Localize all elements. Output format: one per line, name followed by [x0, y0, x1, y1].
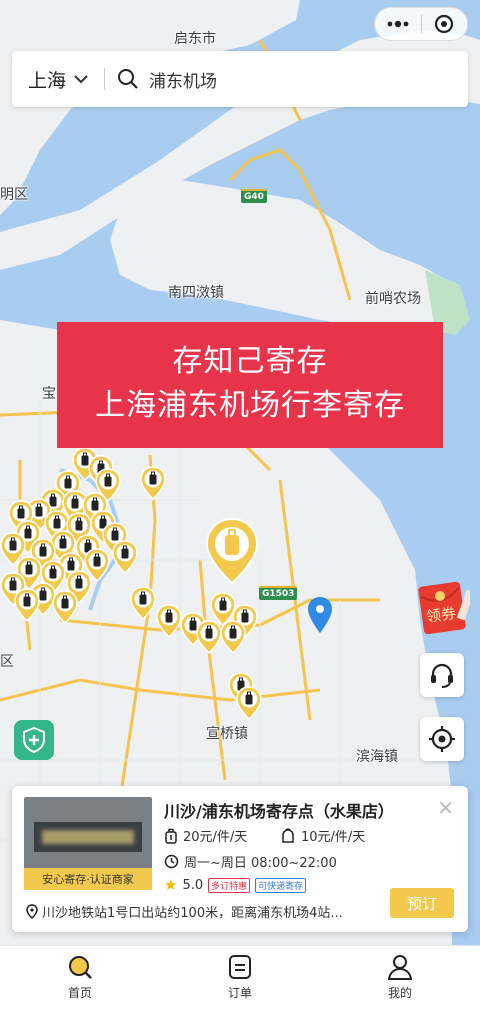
map-label-qianshao: 前哨农场	[365, 291, 421, 307]
close-miniprogram-button[interactable]	[422, 8, 468, 40]
coupon-button[interactable]: 领券	[418, 578, 475, 635]
rating-value: 5.0	[182, 877, 204, 893]
price-bag: 10元/件/天	[280, 826, 365, 845]
search-divider	[104, 68, 105, 90]
storage-pin[interactable]	[140, 466, 166, 500]
discount-tag: 多订特惠	[208, 877, 251, 893]
headset-icon	[431, 663, 453, 688]
tab-home-label: 首页	[67, 986, 92, 1000]
tab-home[interactable]: 首页	[0, 946, 160, 1011]
banner-line-1: 存知己寄存	[172, 344, 328, 379]
search-input[interactable]: 浦东机场	[117, 67, 217, 92]
miniprogram-capsule	[374, 7, 468, 41]
storage-pin[interactable]	[112, 540, 138, 574]
store-address-text: 川沙地铁站1号口出站约100米，距离浦东机场4站...	[42, 906, 343, 921]
bottom-tab-bar: 首页 订单 我的	[0, 945, 480, 1011]
storage-pin[interactable]	[52, 590, 78, 624]
map-label-xuanqiao: 宣桥镇	[206, 726, 248, 742]
close-card-button[interactable]: ✕	[437, 796, 454, 820]
map-label-binhai: 滨海镇	[356, 749, 398, 765]
locate-me-button[interactable]	[420, 717, 464, 761]
tab-orders-label: 订单	[227, 986, 252, 1000]
map-label-nansi: 南四滧镇	[168, 285, 224, 301]
storage-pin[interactable]	[196, 620, 222, 654]
backpack-icon	[282, 827, 294, 843]
suitcase-icon	[165, 828, 177, 844]
home-search-icon	[69, 956, 92, 979]
star-icon: ★	[164, 876, 178, 894]
promo-banner: 存知己寄存 上海浦东机场行李寄存	[57, 322, 443, 448]
road-badge-g1503: G1503	[259, 586, 298, 600]
road-badge-g40: G40	[241, 189, 267, 203]
map-label-qidong: 启东市	[174, 31, 216, 47]
shield-plus-icon	[23, 727, 45, 753]
search-icon	[118, 69, 138, 89]
selected-storage-pin[interactable]	[205, 517, 259, 585]
storage-pin[interactable]	[14, 588, 40, 622]
opening-hours-text: 周一~周日 08:00~22:00	[184, 856, 337, 871]
orders-icon	[229, 955, 251, 979]
tab-mine-label: 我的	[387, 986, 412, 1000]
banner-line-2: 上海浦东机场行李寄存	[95, 388, 405, 423]
search-bar: 上海 浦东机场	[12, 51, 468, 107]
clock-icon	[164, 854, 179, 869]
city-selector[interactable]: 上海	[12, 66, 104, 93]
reserve-button[interactable]: 预订	[390, 888, 454, 918]
store-address: 川沙地铁站1号口出站约100米，距离浦东机场4站...	[26, 902, 378, 921]
location-icon	[26, 904, 38, 919]
security-shield-button[interactable]	[14, 720, 54, 760]
store-card[interactable]: 安心寄存·认证商家 川沙/浦东机场寄存点（水果店） ✕ 20元/件/天 10元/…	[12, 786, 468, 932]
storage-pin[interactable]	[236, 686, 262, 720]
coupon-label: 领券	[424, 603, 458, 626]
price-luggage: 20元/件/天	[164, 826, 247, 845]
storage-pin[interactable]	[220, 620, 246, 654]
tab-mine[interactable]: 我的	[320, 946, 480, 1011]
user-icon	[387, 955, 413, 980]
crosshair-icon	[429, 726, 455, 752]
price-bag-text: 10元/件/天	[301, 830, 366, 845]
tab-orders[interactable]: 订单	[160, 946, 320, 1011]
airport-location-pin[interactable]	[307, 596, 333, 634]
chevron-down-icon	[74, 74, 88, 83]
certified-merchant-tag: 安心寄存·认证商家	[24, 868, 152, 890]
price-luggage-text: 20元/件/天	[183, 830, 248, 845]
map-label-qu: 区	[0, 654, 14, 670]
map-label-district: 明区	[0, 187, 28, 203]
more-button[interactable]	[375, 8, 421, 40]
more-dots-icon	[387, 20, 409, 28]
target-close-icon	[435, 14, 454, 34]
map-label-bao: 宝	[42, 386, 56, 402]
storage-pin[interactable]	[156, 604, 182, 638]
store-photo-sign-text	[42, 830, 134, 844]
city-name: 上海	[28, 69, 67, 92]
customer-service-button[interactable]	[420, 653, 464, 697]
search-query: 浦东机场	[149, 71, 217, 92]
opening-hours: 周一~周日 08:00~22:00	[164, 852, 337, 871]
rating-row: ★ 5.0 多订特惠 可快递寄存	[164, 876, 307, 894]
store-title: 川沙/浦东机场寄存点（水果店）	[164, 802, 394, 821]
storage-pin[interactable]	[130, 586, 156, 620]
express-tag: 可快递寄存	[255, 877, 307, 893]
